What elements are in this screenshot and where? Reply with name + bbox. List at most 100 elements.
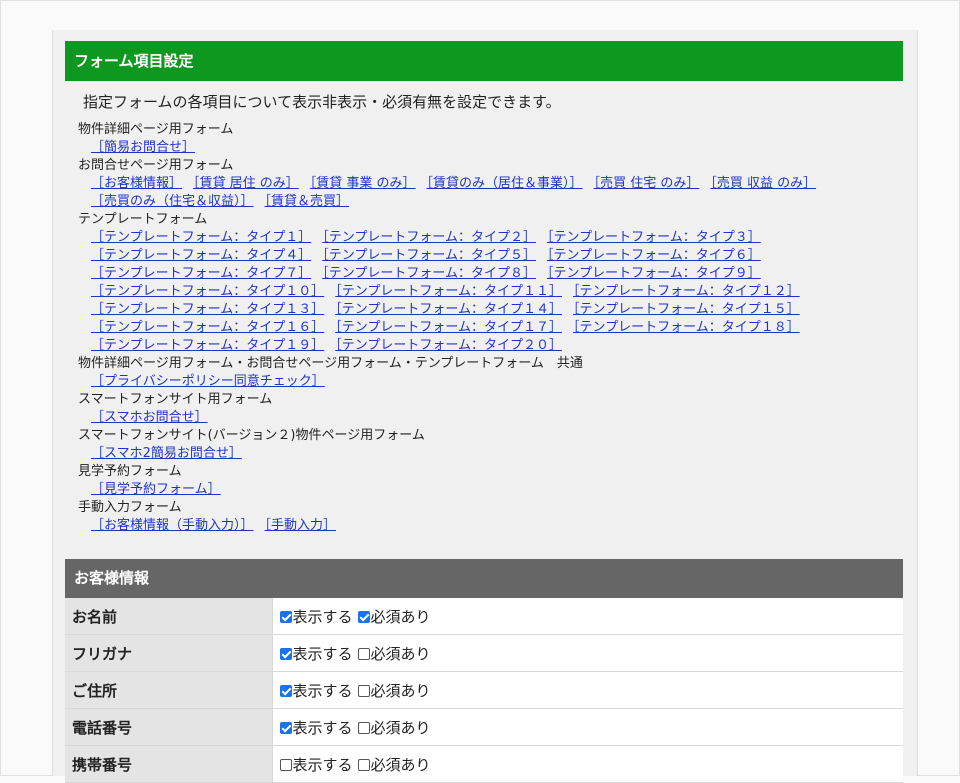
form-link-row: ［テンプレートフォーム：タイプ７］ ［テンプレートフォーム：タイプ８］ ［テンプレー… bbox=[78, 265, 908, 283]
form-link[interactable]: ［見学予約フォーム］ bbox=[91, 482, 221, 497]
required-option[interactable]: 必須あり bbox=[357, 681, 431, 700]
show-option[interactable]: 表示する bbox=[279, 644, 353, 663]
form-category-label: お問合せページ用フォーム bbox=[78, 158, 234, 173]
form-link[interactable]: ［テンプレートフォーム：タイプ１４］ bbox=[335, 302, 562, 317]
required-checkbox[interactable] bbox=[357, 684, 370, 697]
field-label: 電話番号 bbox=[65, 708, 273, 746]
form-link[interactable]: ［テンプレートフォーム：タイプ３］ bbox=[547, 230, 761, 245]
field-row: フリガナ 表示する 必須あり bbox=[65, 634, 903, 672]
form-link[interactable]: ［お客様情報］ bbox=[91, 176, 182, 191]
form-link[interactable]: ［テンプレートフォーム：タイプ１０］ bbox=[91, 284, 324, 299]
field-label: お名前 bbox=[65, 598, 273, 635]
show-label: 表示する bbox=[292, 607, 353, 626]
form-link-row: ［スマホお問合せ］ bbox=[78, 409, 908, 427]
form-category-label: 物件詳細ページ用フォーム bbox=[78, 122, 234, 137]
field-settings-table: お名前 表示する 必須あり フリガナ 表示する 必須あり ご住所 表示する 必須あり 電話番号 表示… bbox=[65, 598, 903, 783]
form-category-label: 手動入力フォーム bbox=[78, 500, 182, 515]
form-link[interactable]: ［賃貸＆売買］ bbox=[265, 194, 350, 209]
show-checkbox[interactable] bbox=[279, 684, 292, 697]
required-option[interactable]: 必須あり bbox=[357, 718, 431, 737]
form-link[interactable]: ［テンプレートフォーム：タイプ１２］ bbox=[573, 284, 800, 299]
form-category-label: 見学予約フォーム bbox=[78, 464, 182, 479]
form-link[interactable]: ［テンプレートフォーム：タイプ７］ bbox=[91, 266, 311, 281]
required-label: 必須あり bbox=[370, 681, 431, 700]
show-option[interactable]: 表示する bbox=[279, 607, 353, 626]
field-label: ご住所 bbox=[65, 671, 273, 709]
form-link-list: 物件詳細ページ用フォーム ［簡易お問合せ］ お問合せページ用フォーム ［お客様情報］ ［… bbox=[78, 121, 908, 535]
show-checkbox[interactable] bbox=[279, 758, 292, 771]
required-checkbox[interactable] bbox=[357, 610, 370, 623]
field-row: 携帯番号 表示する 必須あり bbox=[65, 745, 903, 783]
form-link[interactable]: ［売買 収益 のみ］ bbox=[710, 176, 816, 191]
show-option[interactable]: 表示する bbox=[279, 755, 353, 774]
form-link-row: ［テンプレートフォーム：タイプ１０］ ［テンプレートフォーム：タイプ１１］ ［テンプ… bbox=[78, 283, 908, 301]
form-link[interactable]: ［賃貸 居住 のみ］ bbox=[193, 176, 299, 191]
required-option[interactable]: 必須あり bbox=[357, 607, 431, 626]
field-row: 電話番号 表示する 必須あり bbox=[65, 708, 903, 746]
form-link[interactable]: ［テンプレートフォーム：タイプ４］ bbox=[91, 248, 311, 263]
show-checkbox[interactable] bbox=[279, 647, 292, 660]
required-label: 必須あり bbox=[370, 607, 431, 626]
field-options: 表示する 必須あり bbox=[272, 598, 903, 635]
field-row: お名前 表示する 必須あり bbox=[65, 598, 903, 635]
form-link[interactable]: ［プライバシーポリシー同意チェック］ bbox=[91, 374, 325, 389]
required-option[interactable]: 必須あり bbox=[357, 644, 431, 663]
form-link-row: ［簡易お問合せ］ bbox=[78, 139, 908, 157]
show-option[interactable]: 表示する bbox=[279, 718, 353, 737]
form-link[interactable]: ［テンプレートフォーム：タイプ８］ bbox=[322, 266, 536, 281]
form-link-row: ［テンプレートフォーム：タイプ１］ ［テンプレートフォーム：タイプ２］ ［テンプレー… bbox=[78, 229, 908, 247]
field-options: 表示する 必須あり bbox=[272, 671, 903, 709]
form-link[interactable]: ［手動入力］ bbox=[265, 518, 337, 533]
form-link[interactable]: ［賃貸 事業 のみ］ bbox=[310, 176, 416, 191]
field-options: 表示する 必須あり bbox=[272, 634, 903, 672]
form-link[interactable]: ［お客様情報（手動入力）］ bbox=[91, 518, 254, 533]
form-link[interactable]: ［売買のみ（住宅＆収益）］ bbox=[91, 194, 254, 209]
field-options: 表示する 必須あり bbox=[272, 708, 903, 746]
form-link-row: ［お客様情報］ ［賃貸 居住 のみ］ ［賃貸 事業 のみ］ ［賃貸のみ（居住＆事業）］… bbox=[78, 175, 908, 193]
form-category-label: 物件詳細ページ用フォーム・お問合せページ用フォーム・テンプレートフォーム 共通 bbox=[78, 356, 583, 371]
field-label: 携帯番号 bbox=[65, 745, 273, 783]
form-link[interactable]: ［テンプレートフォーム：タイプ２］ bbox=[322, 230, 536, 245]
form-link[interactable]: ［テンプレートフォーム：タイプ１５］ bbox=[573, 302, 800, 317]
show-label: 表示する bbox=[292, 644, 353, 663]
form-link[interactable]: ［賃貸のみ（居住＆事業）］ bbox=[427, 176, 583, 191]
show-label: 表示する bbox=[292, 755, 353, 774]
form-link[interactable]: ［簡易お問合せ］ bbox=[91, 140, 195, 155]
form-settings-header: フォーム項目設定 bbox=[65, 41, 903, 81]
required-checkbox[interactable] bbox=[357, 721, 370, 734]
required-checkbox[interactable] bbox=[357, 647, 370, 660]
form-link[interactable]: ［テンプレートフォーム：タイプ１６］ bbox=[91, 320, 324, 335]
form-link[interactable]: ［スマホお問合せ］ bbox=[91, 410, 208, 425]
field-row: ご住所 表示する 必須あり bbox=[65, 671, 903, 709]
form-link[interactable]: ［テンプレートフォーム：タイプ１８］ bbox=[573, 320, 800, 335]
required-label: 必須あり bbox=[370, 755, 431, 774]
form-link[interactable]: ［テンプレートフォーム：タイプ２０］ bbox=[335, 338, 562, 353]
form-link[interactable]: ［テンプレートフォーム：タイプ１９］ bbox=[91, 338, 324, 353]
show-checkbox[interactable] bbox=[279, 721, 292, 734]
form-link-row: ［お客様情報（手動入力）］ ［手動入力］ bbox=[78, 517, 908, 535]
form-link-row: ［テンプレートフォーム：タイプ１６］ ［テンプレートフォーム：タイプ１７］ ［テンプ… bbox=[78, 319, 908, 337]
show-option[interactable]: 表示する bbox=[279, 682, 353, 700]
form-link-row: ［見学予約フォーム］ bbox=[78, 481, 908, 499]
form-link[interactable]: ［テンプレートフォーム：タイプ１１］ bbox=[335, 284, 562, 299]
form-settings-description: 指定フォームの各項目について表示非表示・必須有無を設定できます。 bbox=[83, 93, 561, 111]
form-link[interactable]: ［テンプレートフォーム：タイプ１］ bbox=[91, 230, 311, 245]
form-link[interactable]: ［テンプレートフォーム：タイプ１７］ bbox=[335, 320, 562, 335]
required-option[interactable]: 必須あり bbox=[357, 755, 431, 774]
required-label: 必須あり bbox=[370, 718, 431, 737]
form-link[interactable]: ［テンプレートフォーム：タイプ６］ bbox=[547, 248, 761, 263]
show-checkbox[interactable] bbox=[279, 610, 292, 623]
required-label: 必須あり bbox=[370, 644, 431, 663]
field-options: 表示する 必須あり bbox=[272, 745, 903, 783]
form-link[interactable]: ［売買 住宅 のみ］ bbox=[594, 176, 700, 191]
form-link[interactable]: ［スマホ2簡易お問合せ］ bbox=[91, 446, 242, 461]
required-checkbox[interactable] bbox=[357, 758, 370, 771]
customer-info-header: お客様情報 bbox=[65, 559, 903, 598]
form-link[interactable]: ［テンプレートフォーム：タイプ５］ bbox=[322, 248, 536, 263]
form-category-label: スマートフォンサイト用フォーム bbox=[78, 392, 273, 407]
form-link[interactable]: ［テンプレートフォーム：タイプ９］ bbox=[547, 266, 761, 281]
form-link-row: ［プライバシーポリシー同意チェック］ bbox=[78, 373, 908, 391]
form-link-row: ［スマホ2簡易お問合せ］ bbox=[78, 445, 908, 463]
show-label: 表示する bbox=[292, 718, 353, 737]
form-link[interactable]: ［テンプレートフォーム：タイプ１３］ bbox=[91, 302, 324, 317]
